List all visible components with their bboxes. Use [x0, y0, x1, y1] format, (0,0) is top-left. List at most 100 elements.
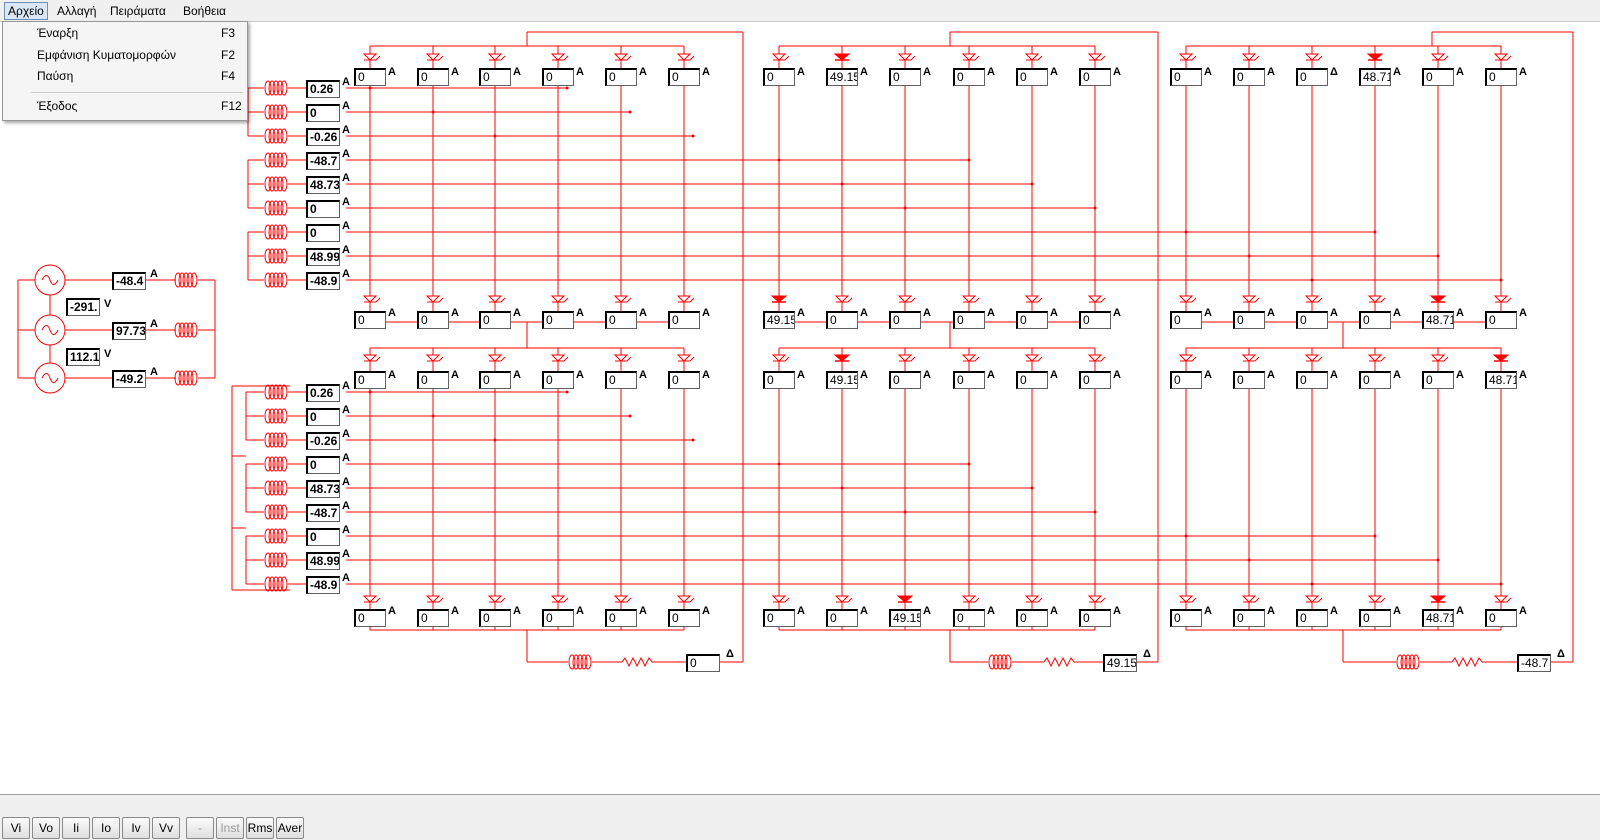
- thyristor-current-box: 0: [1170, 371, 1202, 389]
- unit-label: A: [987, 66, 995, 78]
- thyristor-current-box: 0: [1016, 311, 1048, 329]
- junction-dot: [840, 182, 844, 186]
- thyristor-icon: [1179, 292, 1197, 306]
- thyristor-icon: [1430, 292, 1446, 306]
- thyristor-current-box: 0: [542, 371, 574, 389]
- thyristor-icon: [1368, 351, 1386, 365]
- unit-label: A: [451, 307, 459, 319]
- io-button[interactable]: Io: [92, 817, 120, 839]
- vv-button[interactable]: Vv: [152, 817, 180, 839]
- menu-help[interactable]: Βοήθεια: [180, 3, 229, 19]
- thyristor-icon: [1242, 50, 1260, 64]
- thyristor-icon: [488, 50, 506, 64]
- thyristor-current-box: 0: [1359, 609, 1391, 627]
- unit-label: A: [1113, 369, 1121, 381]
- unit-label: A: [797, 66, 805, 78]
- menu-change[interactable]: Αλλαγή: [54, 3, 99, 19]
- thyristor-icon: [1088, 592, 1106, 606]
- unit-label: Δ: [1557, 648, 1565, 660]
- unit-label: A: [987, 307, 995, 319]
- menu-item-start[interactable]: Έναρξη F3: [5, 23, 245, 43]
- unit-label: A: [1050, 369, 1058, 381]
- menu-item-show-waveforms[interactable]: Εμφάνιση Κυματομορφών F2: [5, 45, 245, 65]
- unit-label: A: [1113, 307, 1121, 319]
- thyristor-icon: [1088, 351, 1106, 365]
- junction-dot: [1030, 486, 1034, 490]
- unit-label: A: [987, 369, 995, 381]
- secondary-current-box: -48.9: [306, 272, 340, 290]
- junction-dot: [431, 110, 435, 114]
- thyristor-icon: [1493, 351, 1509, 365]
- thyristor-current-box: 0: [1079, 311, 1111, 329]
- thyristor-current-box: 0: [1422, 371, 1454, 389]
- thyristor-current-box: 0: [1485, 311, 1517, 329]
- thyristor-icon: [488, 292, 506, 306]
- thyristor-current-box: 0: [1079, 371, 1111, 389]
- unit-label: A: [860, 605, 868, 617]
- unit-label: A: [1456, 369, 1464, 381]
- menu-experiments[interactable]: Πειράματα: [107, 3, 169, 19]
- unit-label: A: [388, 307, 396, 319]
- thyristor-icon: [772, 592, 790, 606]
- junction-dot: [368, 390, 372, 394]
- unit-label: A: [342, 404, 350, 416]
- unit-label: A: [1204, 66, 1212, 78]
- menu-bar: Αρχείο Αλλαγή Πειράματα Βοήθεια: [0, 0, 1600, 22]
- unit-label: A: [1456, 307, 1464, 319]
- unit-label: A: [150, 268, 158, 280]
- thyristor-current-box: 0: [826, 311, 858, 329]
- unit-label: A: [576, 66, 584, 78]
- dash-button[interactable]: -: [186, 817, 214, 839]
- thyristor-current-box: 0: [542, 609, 574, 627]
- menu-item-exit[interactable]: Έξοδος F12: [5, 96, 245, 116]
- inductor-icon: [264, 408, 288, 424]
- rms-button[interactable]: Rms: [246, 817, 274, 839]
- thyristor-current-box: 48.71: [1422, 311, 1454, 329]
- thyristor-icon: [898, 50, 916, 64]
- thyristor-current-box: 0: [1016, 609, 1048, 627]
- junction-dot: [1093, 510, 1097, 514]
- unit-label: A: [342, 476, 350, 488]
- thyristor-icon: [1025, 351, 1043, 365]
- inst-button[interactable]: Inst: [216, 817, 244, 839]
- thyristor-icon: [835, 592, 853, 606]
- menu-item-pause[interactable]: Παύση F4: [5, 66, 245, 86]
- junction-dot: [565, 390, 569, 394]
- iv-button[interactable]: Iv: [122, 817, 150, 839]
- secondary-current-box: 0: [306, 224, 340, 242]
- thyristor-icon: [962, 292, 980, 306]
- thyristor-current-box: 0: [1079, 68, 1111, 86]
- secondary-current-box: -0.26: [306, 128, 340, 146]
- junction-dot: [1184, 534, 1188, 538]
- unit-label: A: [513, 66, 521, 78]
- thyristor-icon: [834, 351, 850, 365]
- unit-label: A: [639, 66, 647, 78]
- menu-file[interactable]: Αρχείο: [4, 2, 48, 20]
- secondary-current-box: 0.26: [306, 384, 340, 402]
- secondary-current-box: 48.99: [306, 552, 340, 570]
- inductor-icon: [264, 480, 288, 496]
- thyristor-icon: [1179, 351, 1197, 365]
- thyristor-icon: [1305, 351, 1323, 365]
- thyristor-current-box: 0: [479, 371, 511, 389]
- unit-label: A: [702, 307, 710, 319]
- secondary-current-box: 0: [306, 456, 340, 474]
- ii-button[interactable]: Ii: [62, 817, 90, 839]
- unit-label: A: [513, 307, 521, 319]
- unit-label: A: [923, 369, 931, 381]
- junction-dot: [1247, 558, 1251, 562]
- thyristor-current-box: 0: [953, 68, 985, 86]
- aver-button[interactable]: Aver: [276, 817, 304, 839]
- vi-button[interactable]: Vi: [2, 817, 30, 839]
- thyristor-icon: [677, 292, 695, 306]
- inductor-icon: [264, 176, 288, 192]
- vo-button[interactable]: Vo: [32, 817, 60, 839]
- resistor-icon: [1043, 657, 1077, 667]
- unit-label: A: [1393, 369, 1401, 381]
- thyristor-icon: [614, 292, 632, 306]
- junction-dot: [1436, 254, 1440, 258]
- unit-label: A: [513, 605, 521, 617]
- unit-label: A: [513, 369, 521, 381]
- thyristor-current-box: 48.71: [1422, 609, 1454, 627]
- load-current-box: -48.7: [1517, 654, 1551, 672]
